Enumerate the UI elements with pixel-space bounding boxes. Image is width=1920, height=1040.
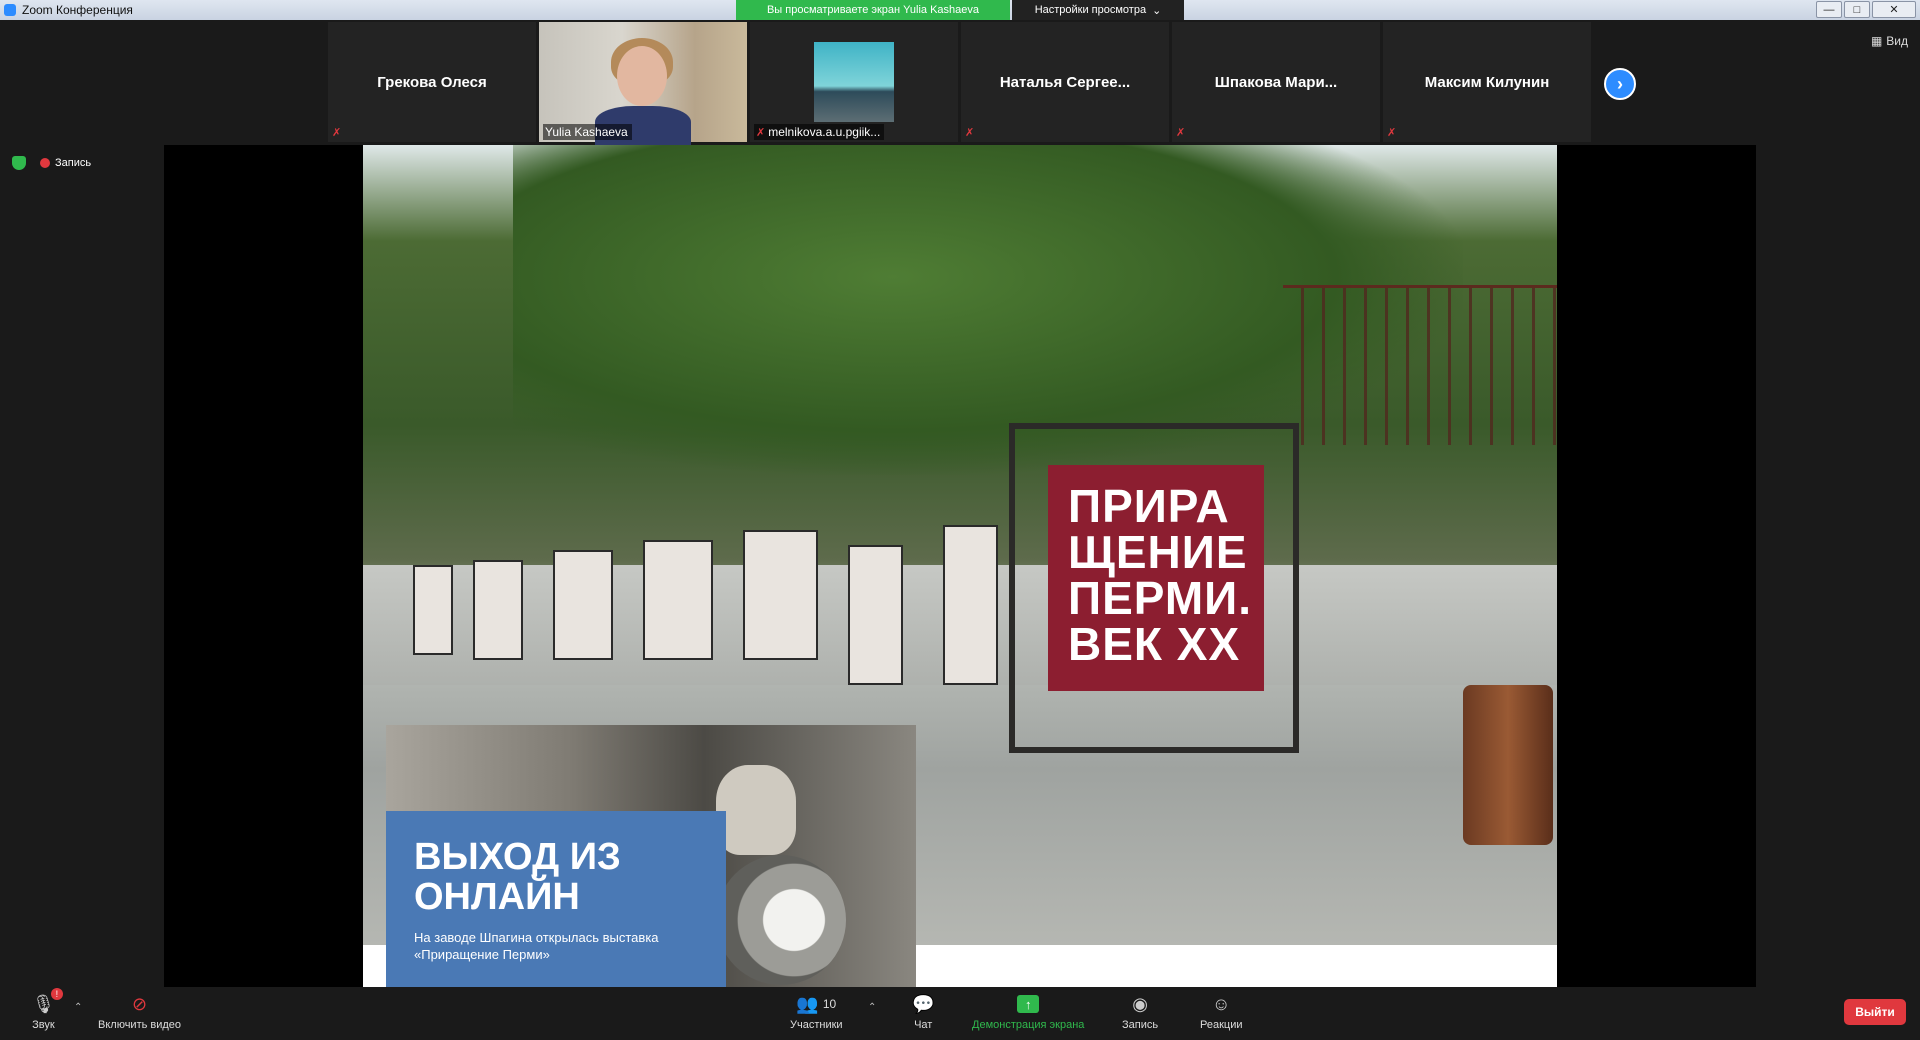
archive-photo-figure [716,765,796,855]
headline-box: ВЫХОД ИЗ ОНЛАЙН На заводе Шпагина открыл… [386,811,726,987]
exhibition-poster: ПРИРА ЩЕНИЕ ПЕРМИ. ВЕК XX [1048,465,1264,691]
participant-name: melnikova.a.u.pgiik... [768,125,881,139]
share-screen-button[interactable]: ↑ Демонстрация экрана [972,992,1084,1031]
participant-name: Yulia Kashaeva [545,125,628,139]
minimize-button[interactable]: — [1816,1,1842,18]
view-button[interactable]: ▦ Вид [1871,34,1908,48]
share-screen-icon: ↑ [1017,992,1040,1016]
participant-name: Максим Килунин [1424,73,1550,91]
participant-label: Yulia Kashaeva [543,124,632,140]
participant-gallery: Грекова Олеся ✗ Yulia Kashaeva ✗ melniko… [328,22,1591,146]
audio-alert-badge: ! [50,988,63,1000]
muted-mic-icon: ✗ [332,127,342,139]
chat-button[interactable]: 💬 Чат [912,992,935,1032]
view-options-button[interactable]: Настройки просмотра ⌄ [1012,0,1184,20]
shared-screen-area: ПРИРА ЩЕНИЕ ПЕРМИ. ВЕК XX ВЫХОД ИЗ ОНЛАЙ… [164,145,1756,987]
meeting-indicators: Запись [12,156,91,170]
participant-name: Наталья Сергее... [999,73,1131,91]
exhibit-panel [743,530,818,660]
participant-name: Грекова Олеся [377,73,487,91]
shared-slide: ПРИРА ЩЕНИЕ ПЕРМИ. ВЕК XX ВЫХОД ИЗ ОНЛАЙ… [363,145,1557,987]
grid-icon: ▦ [1870,34,1883,48]
zoom-window: Zoom Конференция Вы просматриваете экран… [0,0,1920,1040]
video-face-shape [617,46,667,106]
participant-name: Шпакова Мари... [1214,73,1338,91]
recording-label: Запись [55,157,92,169]
audio-label: Звук [32,1019,55,1031]
maximize-button[interactable]: □ [1844,1,1870,18]
leave-meeting-button[interactable]: Выйти [1844,999,1906,1025]
recording-indicator[interactable]: Запись [40,157,91,169]
share-banner: Вы просматриваете экран Yulia Kashaeva [736,0,1010,20]
reactions-icon: ☺ [1212,993,1231,1014]
exhibit-panel [643,540,713,660]
participant-tile[interactable]: Максим Килунин ✗ [1383,22,1591,142]
window-title: Zoom Конференция [22,3,133,17]
window-controls: — □ ✕ [1816,1,1916,18]
chat-icon: 💬 [912,993,935,1014]
zoom-logo-icon [4,4,16,16]
exhibit-panel [473,560,523,660]
headline: ВЫХОД ИЗ ОНЛАЙН [414,836,621,918]
participant-avatar [814,42,894,122]
railing-shape [1283,285,1557,445]
video-off-icon: ⊘ [131,993,148,1014]
view-label: Вид [1886,34,1908,48]
microphone-icon: 🎙! [32,988,63,1016]
record-button[interactable]: ◉ Запись [1122,992,1159,1032]
participant-label: ✗ melnikova.a.u.pgiik... [754,124,885,140]
archive-photo-pipe [716,855,846,985]
record-label: Запись [1122,1019,1159,1031]
gallery-next-button[interactable]: › [1604,68,1636,100]
poster-text: ПРИРА ЩЕНИЕ ПЕРМИ. ВЕК XX [1068,480,1252,670]
muted-mic-icon: ✗ [965,127,975,139]
exhibit-panel [413,565,453,655]
muted-mic-icon: ✗ [1387,127,1397,139]
participant-tile[interactable]: ✗ melnikova.a.u.pgiik... [750,22,958,142]
record-icon: ◉ [1132,993,1148,1014]
participants-label: Участники [790,1019,843,1031]
participant-tile[interactable]: Наталья Сергее... ✗ [961,22,1169,142]
news-inset-image: ВЫХОД ИЗ ОНЛАЙН На заводе Шпагина открыл… [386,725,916,987]
participants-options-caret-icon[interactable]: ⌃ [868,1002,876,1013]
exhibit-panel [553,550,613,660]
chevron-down-icon: ⌄ [1152,4,1162,17]
exhibit-panel [943,525,998,685]
video-label: Включить видео [98,1019,182,1031]
audio-options-caret-icon[interactable]: ⌃ [74,1002,82,1013]
muted-mic-icon: ✗ [1176,127,1186,139]
participant-tile-active-speaker[interactable]: Yulia Kashaeva [539,22,747,146]
participant-tile[interactable]: Шпакова Мари... ✗ [1172,22,1380,142]
participants-count: 10 [822,997,837,1011]
start-video-button[interactable]: ⊘ Включить видео [98,992,182,1032]
muted-mic-icon: ✗ [756,126,766,139]
exhibit-panel [848,545,903,685]
participant-tile[interactable]: Грекова Олеся ✗ [328,22,536,142]
audio-button[interactable]: 🎙! Звук [32,988,63,1031]
view-options-label: Настройки просмотра [1034,4,1147,16]
participants-icon: 👥 10 [796,993,837,1014]
chat-label: Чат [914,1019,933,1031]
recording-dot-icon [40,158,50,169]
security-shield-icon[interactable] [12,156,26,170]
headline-subtext: На заводе Шпагина открылась выставка «Пр… [414,930,659,962]
meeting-toolbar: 🎙! Звук ⌃ ⊘ Включить видео 👥 10 Участники… [0,988,1920,1040]
share-screen-label: Демонстрация экрана [972,1019,1085,1031]
barrel-shape [1463,685,1553,845]
reactions-label: Реакции [1200,1019,1243,1031]
reactions-button[interactable]: ☺ Реакции [1200,992,1243,1032]
participants-button[interactable]: 👥 10 Участники [790,992,843,1032]
chevron-right-icon: › [1617,73,1623,94]
close-button[interactable]: ✕ [1872,1,1916,18]
